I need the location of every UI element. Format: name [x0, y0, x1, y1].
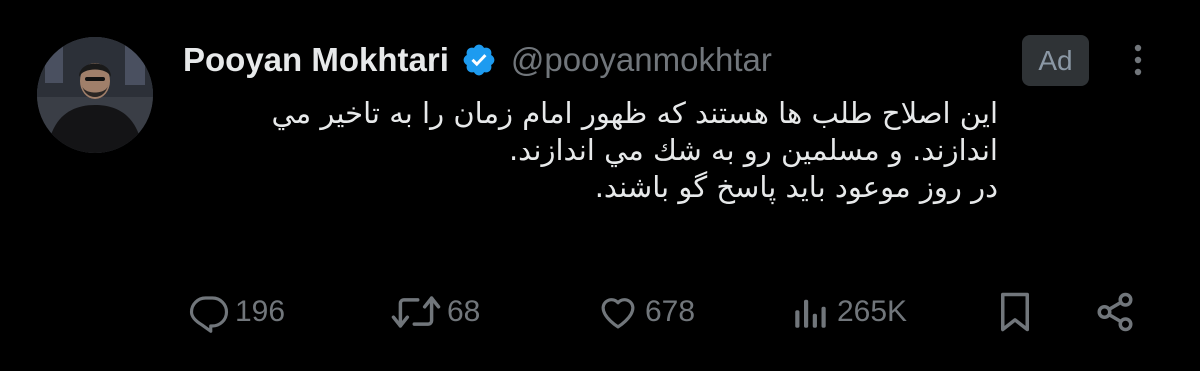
- verified-badge-icon: [461, 42, 497, 78]
- share-button[interactable]: [1094, 287, 1136, 337]
- reply-count: 196: [235, 295, 286, 328]
- tweet-paragraph: در روز موعود باید پاسخ گو باشند.: [594, 170, 998, 204]
- like-icon: [596, 291, 640, 333]
- tweet-text: این اصلاح طلب ها هستند که ظهور امام زمان…: [183, 95, 998, 206]
- tweet-paragraph: این اصلاح طلب ها هستند که ظهور امام زمان…: [271, 96, 998, 167]
- avatar-image: [37, 37, 153, 153]
- bookmark-icon: [996, 291, 1034, 333]
- avatar[interactable]: [37, 37, 153, 153]
- reply-icon: [188, 291, 230, 333]
- ad-badge: Ad: [1022, 35, 1089, 86]
- share-icon: [1094, 291, 1136, 333]
- retweet-icon: [390, 291, 442, 333]
- views-button[interactable]: 265K: [790, 287, 907, 337]
- tweet-header: Pooyan Mokhtari @pooyanmokhtar: [183, 34, 772, 86]
- views-icon: [790, 291, 832, 333]
- reply-button[interactable]: 196: [188, 287, 285, 337]
- author-name[interactable]: Pooyan Mokhtari: [183, 41, 449, 79]
- author-handle[interactable]: @pooyanmokhtar: [511, 41, 772, 79]
- like-button[interactable]: 678: [596, 287, 695, 337]
- action-bar: 196 68 678 265K: [0, 287, 1200, 337]
- retweet-count: 68: [447, 295, 481, 328]
- bookmark-button[interactable]: [996, 287, 1034, 337]
- retweet-button[interactable]: 68: [390, 287, 480, 337]
- more-options-icon[interactable]: [1130, 42, 1146, 78]
- views-count: 265K: [837, 295, 908, 328]
- like-count: 678: [645, 295, 696, 328]
